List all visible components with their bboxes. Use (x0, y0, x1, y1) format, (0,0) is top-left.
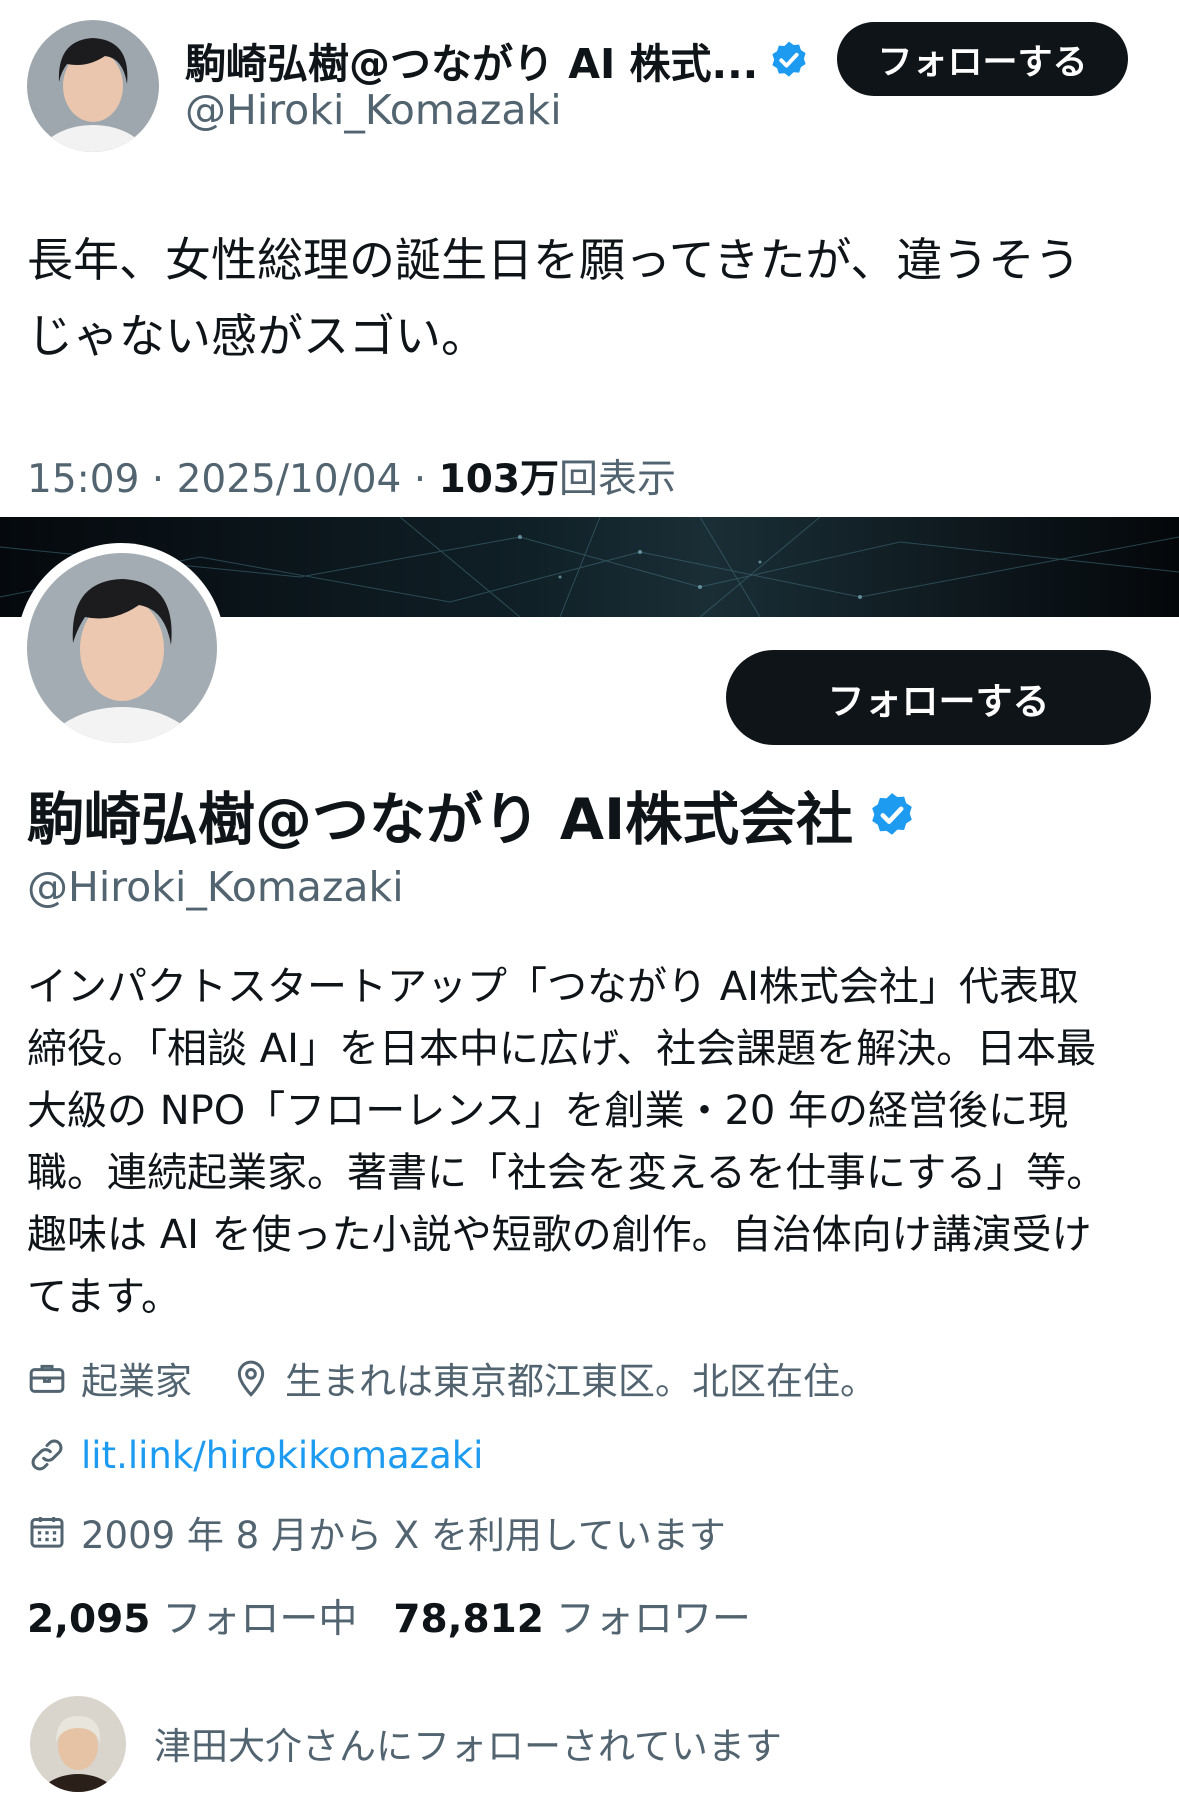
briefcase-icon (29, 1364, 65, 1393)
tweet-text-line: 長年、女性総理の誕生日を願ってきたが、違うそう (27, 233, 1081, 287)
followers-label: フォロワー (555, 1597, 751, 1642)
tweet-author-name-row: 駒崎弘樹@つながり AI 株式... (185, 30, 810, 90)
followed-by-text[interactable]: 津田大介さんにフォローされています (154, 1716, 782, 1770)
profile-link-url[interactable]: lit.link/hirokikomazaki (81, 1434, 483, 1477)
tweet-view-count: 103万 (438, 457, 559, 502)
verified-badge-icon[interactable] (867, 790, 917, 840)
profile-link[interactable]: lit.link/hirokikomazaki (27, 1427, 483, 1483)
profile-join-date: 2009 年 8 月から X を利用しています (27, 1504, 726, 1560)
following-label: フォロー中 (162, 1597, 358, 1642)
tweet-text: 長年、女性総理の誕生日を願ってきたが、違うそう じゃない感がスゴい。 (27, 222, 1157, 374)
tweet-author-avatar[interactable] (27, 20, 159, 152)
bio-line: 職。連続起業家。著書に「社会を変えるを仕事にする」等。 (27, 1150, 1107, 1196)
profile-location-label: 生まれは東京都江東区。北区在住。 (285, 1360, 877, 1403)
bio-line: 大級の NPO「フローレンス」を創業・20 年の経営後に現 (27, 1088, 1069, 1134)
profile-avatar[interactable] (27, 553, 217, 743)
profile-join-label: 2009 年 8 月から X を利用しています (81, 1514, 726, 1557)
profile-handle: @Hiroki_Komazaki (27, 863, 404, 911)
tweet-author-name[interactable]: 駒崎弘樹@つながり AI 株式... (185, 30, 758, 90)
location-pin-icon (237, 1360, 265, 1397)
verified-badge-icon (772, 41, 806, 77)
profile-job-label: 起業家 (81, 1360, 192, 1403)
bio-line: てます。 (27, 1274, 181, 1320)
followed-by-avatar[interactable] (30, 1696, 126, 1792)
profile-display-name: 駒崎弘樹@つながり AI株式会社 (27, 787, 854, 853)
profile-bio: インパクトスタートアップ「つながり AI株式会社」代表取 締役。「相談 AI」を… (27, 956, 1157, 1328)
tweet-timestamp[interactable]: 15:09 · 2025/10/04 · (27, 457, 439, 502)
tweet-meta: 15:09 · 2025/10/04 · 103万回表示 (27, 448, 676, 504)
following-link[interactable]: 2,095 フォロー中 (27, 1588, 357, 1644)
followers-count: 78,812 (393, 1597, 544, 1642)
following-count: 2,095 (27, 1597, 151, 1642)
tweet-view-label: 回表示 (558, 457, 676, 502)
tweet-follow-button[interactable]: フォローする (837, 22, 1128, 96)
calendar-icon (30, 1517, 64, 1548)
link-icon (31, 1439, 63, 1471)
followers-link[interactable]: 78,812 フォロワー (393, 1588, 751, 1644)
profile-job: 起業家 (27, 1350, 192, 1406)
bio-line: 締役。「相談 AI」を日本中に広げ、社会課題を解決。日本最 (27, 1026, 1097, 1072)
tweet-author-handle[interactable]: @Hiroki_Komazaki (185, 86, 562, 134)
profile-stats: 2,095 フォロー中 78,812 フォロワー (27, 1588, 751, 1644)
profile-location: 生まれは東京都江東区。北区在住。 (231, 1350, 877, 1406)
bio-line: インパクトスタートアップ「つながり AI株式会社」代表取 (27, 964, 1079, 1010)
bio-line: 趣味は AI を使った小説や短歌の創作。自治体向け講演受け (27, 1212, 1092, 1258)
tweet-text-line: じゃない感がスゴい。 (27, 309, 487, 363)
profile-name-row: 駒崎弘樹@つながり AI株式会社 (27, 775, 917, 855)
profile-follow-button[interactable]: フォローする (726, 650, 1151, 745)
